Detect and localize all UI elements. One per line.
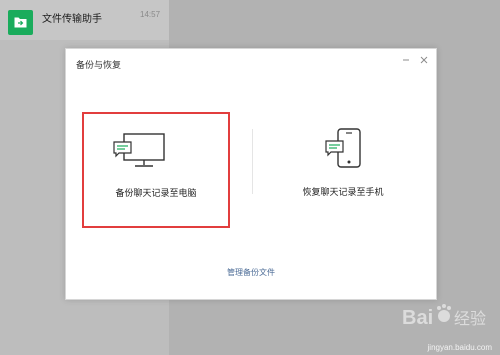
- minimize-icon: [403, 59, 409, 61]
- restore-to-phone-option[interactable]: 恢复聊天记录至手机: [268, 115, 418, 225]
- close-button[interactable]: [418, 53, 430, 65]
- computer-chat-icon: [113, 133, 165, 167]
- baidu-paw-logo: Bai 经验: [402, 304, 486, 329]
- close-icon: [420, 56, 428, 64]
- dialog-title: 备份与恢复: [76, 60, 122, 70]
- phone-chat-icon: [325, 128, 361, 168]
- backup-to-pc-label: 备份聊天记录至电脑: [115, 188, 197, 198]
- backup-restore-dialog: 备份与恢复 备份聊天记录至电脑 恢复聊天记录至手机 管理备份文件: [65, 48, 437, 300]
- watermark-url: jingyan.baidu.com: [427, 343, 492, 352]
- restore-to-phone-label: 恢复聊天记录至手机: [302, 187, 384, 197]
- baidu-jingyan-watermark: Bai 经验: [402, 302, 494, 337]
- folder-arrow-icon: [14, 17, 27, 28]
- file-transfer-avatar: [8, 10, 33, 35]
- minimize-button[interactable]: [400, 53, 412, 65]
- backup-to-pc-option[interactable]: 备份聊天记录至电脑: [82, 112, 230, 228]
- chat-time: 14:57: [140, 10, 161, 19]
- svg-text:经验: 经验: [454, 309, 486, 328]
- svg-text:Bai: Bai: [402, 307, 433, 329]
- option-divider: [252, 129, 253, 194]
- manage-backups-link[interactable]: 管理备份文件: [66, 267, 436, 278]
- chat-name: 文件传输助手: [42, 14, 102, 25]
- chat-item-file-transfer[interactable]: 文件传输助手 14:57: [0, 0, 169, 40]
